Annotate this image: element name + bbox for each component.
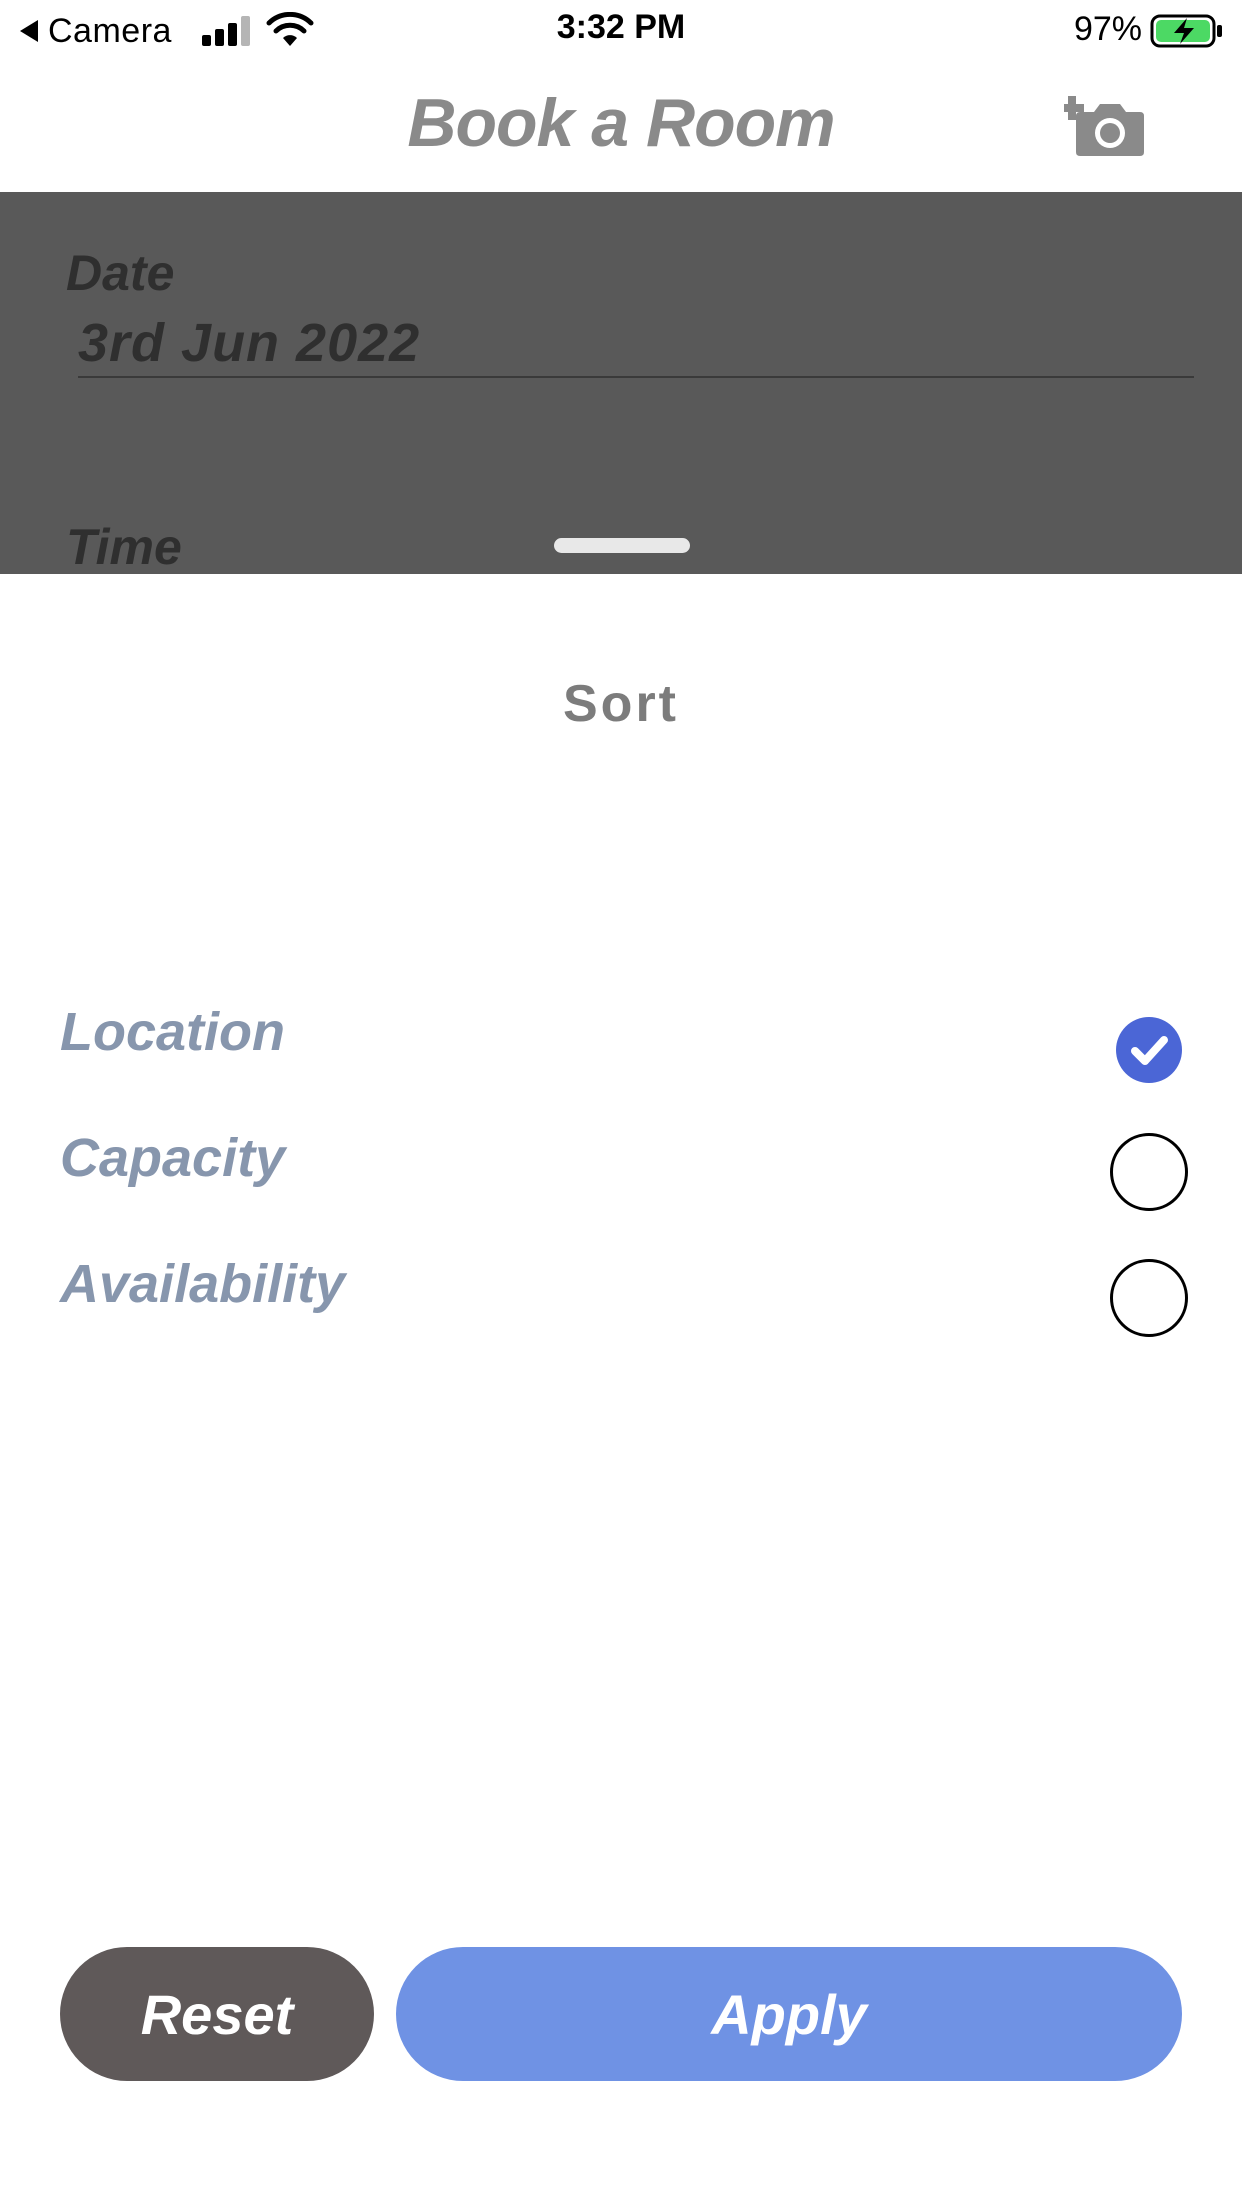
date-label: Date <box>66 245 175 301</box>
sort-option-availability[interactable]: Availability <box>0 1239 1242 1349</box>
radio-unchecked-icon[interactable] <box>1110 1133 1188 1211</box>
book-room-screen: Camera 3:32 PM 97% Book a Room Date 3rd … <box>0 0 1242 2208</box>
nav-header: Book a Room <box>0 62 1242 192</box>
sheet-grabber-handle[interactable] <box>554 538 690 553</box>
time-label: Time <box>66 519 182 574</box>
sort-option-label: Availability <box>60 1254 346 1314</box>
radio-unchecked-icon[interactable] <box>1110 1259 1188 1337</box>
checkmark-icon <box>1131 1036 1168 1065</box>
sort-option-capacity[interactable]: Capacity <box>0 1113 1242 1223</box>
sort-option-location[interactable]: Location <box>0 987 1242 1097</box>
battery-percent: 97% <box>1073 10 1142 48</box>
status-bar: Camera 3:32 PM 97% <box>0 0 1242 62</box>
status-time: 3:32 PM <box>556 8 686 46</box>
add-photo-camera-icon[interactable] <box>1064 86 1148 158</box>
sort-option-label: Location <box>60 1002 285 1062</box>
sort-option-label: Capacity <box>60 1128 286 1188</box>
date-field-underline <box>78 376 1194 378</box>
page-title: Book a Room <box>407 85 835 161</box>
dimmed-booking-form: Date 3rd Jun 2022 Time <box>0 192 1242 574</box>
reset-button[interactable]: Reset <box>60 1947 374 2081</box>
sort-bottom-sheet: Sort Location Capacity Availability Rese… <box>0 574 1242 2208</box>
apply-button[interactable]: Apply <box>396 1947 1182 2081</box>
battery-charging-icon <box>1150 14 1222 48</box>
radio-checked-icon[interactable] <box>1116 1017 1182 1083</box>
date-field[interactable]: 3rd Jun 2022 <box>78 312 420 374</box>
sheet-title: Sort <box>563 675 679 733</box>
